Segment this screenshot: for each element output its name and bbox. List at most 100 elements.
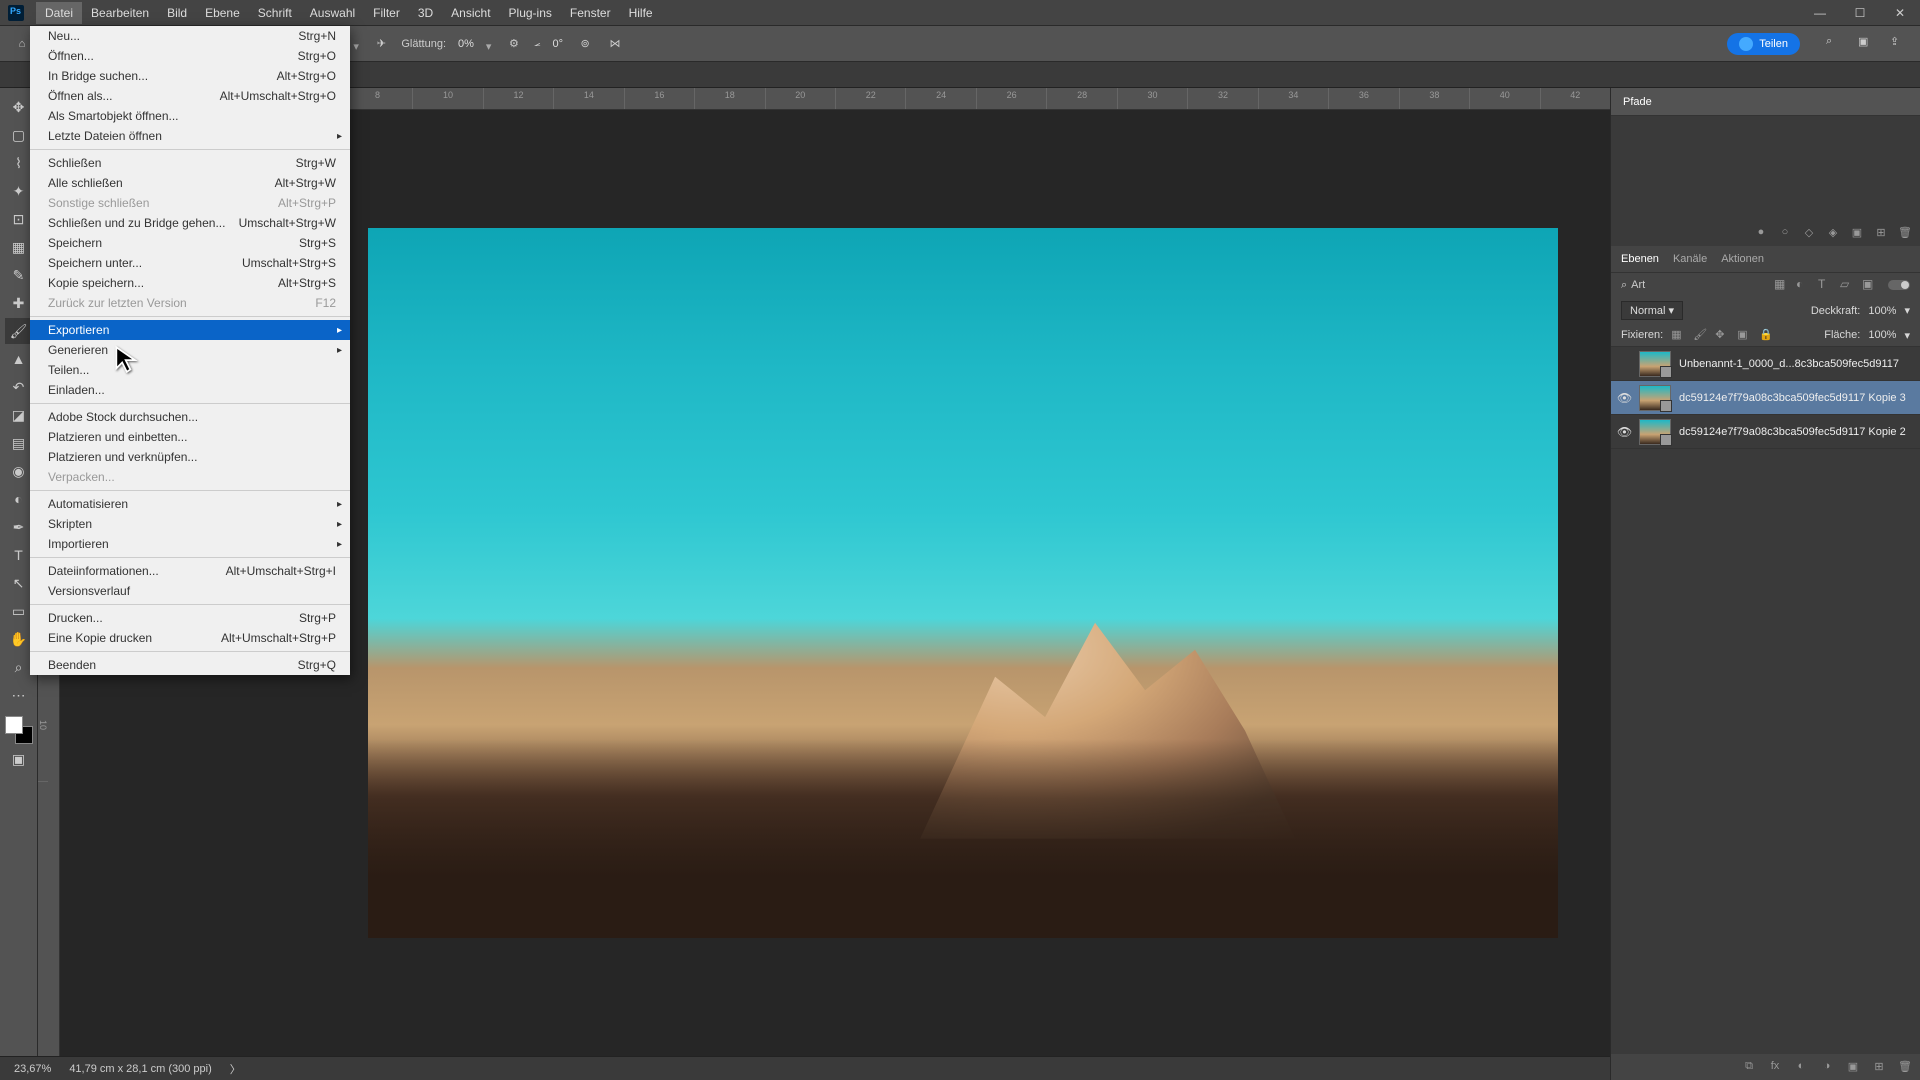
type-tool[interactable]: T — [5, 542, 33, 568]
menu-item[interactable]: Teilen... — [30, 360, 350, 380]
menu-item[interactable]: Platzieren und einbetten... — [30, 427, 350, 447]
brush-tool[interactable]: 🖌 — [5, 318, 33, 344]
pressure-size-icon[interactable]: ⊚ — [575, 34, 595, 54]
menu-item[interactable]: Kopie speichern...Alt+Strg+S — [30, 273, 350, 293]
group-icon[interactable]: ▣ — [1846, 1060, 1860, 1074]
menu-auswahl[interactable]: Auswahl — [301, 2, 364, 24]
filter-image-icon[interactable]: ▦ — [1774, 277, 1790, 293]
fx-icon[interactable]: fx — [1768, 1060, 1782, 1074]
layer-row[interactable]: Unbenannt-1_0000_d...8c3bca509fec5d9117 — [1611, 347, 1920, 381]
menu-schrift[interactable]: Schrift — [249, 2, 301, 24]
adjustment-icon[interactable]: ◑ — [1820, 1060, 1834, 1074]
menu-item[interactable]: Eine Kopie druckenAlt+Umschalt+Strg+P — [30, 628, 350, 648]
fill-value[interactable]: 100% — [1868, 329, 1896, 341]
wand-tool[interactable]: ✦ — [5, 178, 33, 204]
hand-tool[interactable]: ✋ — [5, 626, 33, 652]
zoom-level[interactable]: 23,67% — [14, 1063, 51, 1075]
lasso-tool[interactable]: ⌇ — [5, 150, 33, 176]
zoom-tool[interactable]: ⌕ — [5, 654, 33, 680]
move-tool[interactable]: ✥ — [5, 94, 33, 120]
chevron-right-icon[interactable]: 〉 — [230, 1061, 241, 1077]
symmetry-icon[interactable]: ⋈ — [605, 34, 625, 54]
chevron-down-icon[interactable]: ▾ — [1904, 304, 1910, 317]
blend-mode-select[interactable]: Normal ▾ — [1621, 301, 1683, 320]
pen-tool[interactable]: ✒ — [5, 514, 33, 540]
filter-toggle[interactable] — [1888, 280, 1910, 290]
filter-type-icon[interactable]: T — [1818, 277, 1834, 293]
menu-bild[interactable]: Bild — [158, 2, 196, 24]
delete-layer-icon[interactable]: 🗑 — [1898, 1060, 1912, 1074]
menu-item[interactable]: Alle schließenAlt+Strg+W — [30, 173, 350, 193]
selection-path-icon[interactable]: ◇ — [1802, 226, 1816, 240]
mask-icon[interactable]: ◐ — [1794, 1060, 1808, 1074]
heal-tool[interactable]: ✚ — [5, 290, 33, 316]
angle-value[interactable]: 0° — [551, 38, 566, 50]
lock-artboard-icon[interactable]: ▣ — [1737, 328, 1751, 342]
menu-item[interactable]: In Bridge suchen...Alt+Strg+O — [30, 66, 350, 86]
share-icon[interactable]: ⇪ — [1890, 35, 1908, 53]
menu-item[interactable]: SpeichernStrg+S — [30, 233, 350, 253]
menu-item[interactable]: Platzieren und verknüpfen... — [30, 447, 350, 467]
menu-item[interactable]: Als Smartobjekt öffnen... — [30, 106, 350, 126]
path-tool[interactable]: ↖ — [5, 570, 33, 596]
menu-fenster[interactable]: Fenster — [561, 2, 620, 24]
canvas-image[interactable] — [368, 228, 1558, 938]
menu-item[interactable]: Automatisieren — [30, 494, 350, 514]
fill-path-icon[interactable]: ● — [1754, 226, 1768, 240]
tab-layers[interactable]: Ebenen — [1621, 253, 1659, 265]
filter-adjust-icon[interactable]: ◐ — [1796, 277, 1812, 293]
tab-channels[interactable]: Kanäle — [1673, 253, 1707, 265]
menu-item[interactable]: Adobe Stock durchsuchen... — [30, 407, 350, 427]
menu-3d[interactable]: 3D — [409, 2, 442, 24]
color-swatches[interactable] — [5, 716, 33, 744]
lock-paint-icon[interactable]: 🖌 — [1693, 328, 1707, 342]
foreground-color[interactable] — [5, 716, 23, 734]
layer-thumbnail[interactable] — [1639, 351, 1671, 377]
home-icon[interactable]: ⌂ — [12, 34, 32, 54]
marquee-tool[interactable]: ▢ — [5, 122, 33, 148]
visibility-icon[interactable]: 👁 — [1617, 391, 1631, 405]
layer-name[interactable]: dc59124e7f79a08c3bca509fec5d9117 Kopie 3 — [1679, 392, 1914, 404]
menu-item[interactable]: Letzte Dateien öffnen — [30, 126, 350, 146]
layer-filter-kind[interactable]: ⌕ Art — [1621, 279, 1768, 292]
smoothing-value[interactable]: 0% — [456, 38, 476, 50]
menu-bearbeiten[interactable]: Bearbeiten — [82, 2, 158, 24]
chevron-down-icon[interactable]: ▾ — [353, 40, 361, 48]
link-layers-icon[interactable]: ⧉ — [1742, 1060, 1756, 1074]
eraser-tool[interactable]: ◪ — [5, 402, 33, 428]
menu-item[interactable]: Skripten — [30, 514, 350, 534]
layer-thumbnail[interactable] — [1639, 385, 1671, 411]
menu-item[interactable]: Öffnen...Strg+O — [30, 46, 350, 66]
menu-item[interactable]: BeendenStrg+Q — [30, 655, 350, 675]
minimize-button[interactable]: — — [1800, 0, 1840, 26]
delete-path-icon[interactable]: 🗑 — [1898, 226, 1912, 240]
opacity-value[interactable]: 100% — [1868, 305, 1896, 317]
layer-name[interactable]: dc59124e7f79a08c3bca509fec5d9117 Kopie 2 — [1679, 426, 1914, 438]
maximize-button[interactable]: ☐ — [1840, 0, 1880, 26]
airbrush-icon[interactable]: ✈ — [371, 34, 391, 54]
stamp-tool[interactable]: ▲ — [5, 346, 33, 372]
lock-position-icon[interactable]: ✥ — [1715, 328, 1729, 342]
tab-paths[interactable]: Pfade — [1623, 96, 1652, 108]
eyedropper-tool[interactable]: ✎ — [5, 262, 33, 288]
lock-all-icon[interactable]: 🔒 — [1759, 328, 1773, 342]
blur-tool[interactable]: ◉ — [5, 458, 33, 484]
visibility-icon[interactable]: 👁 — [1617, 425, 1631, 439]
menu-item[interactable]: Speichern unter...Umschalt+Strg+S — [30, 253, 350, 273]
screen-mode[interactable]: ▣ — [5, 746, 33, 772]
lock-transparency-icon[interactable]: ▦ — [1671, 328, 1685, 342]
history-brush-tool[interactable]: ↶ — [5, 374, 33, 400]
menu-datei[interactable]: Datei — [36, 2, 82, 24]
tab-actions[interactable]: Aktionen — [1721, 253, 1764, 265]
new-path-icon[interactable]: ▣ — [1850, 226, 1864, 240]
add-path-icon[interactable]: ⊞ — [1874, 226, 1888, 240]
share-button[interactable]: Teilen — [1727, 33, 1800, 55]
gradient-tool[interactable]: ▤ — [5, 430, 33, 456]
filter-shape-icon[interactable]: ▱ — [1840, 277, 1856, 293]
stroke-path-icon[interactable]: ○ — [1778, 226, 1792, 240]
layer-row[interactable]: 👁 dc59124e7f79a08c3bca509fec5d9117 Kopie … — [1611, 381, 1920, 415]
search-icon[interactable]: ⌕ — [1826, 35, 1844, 53]
dodge-tool[interactable]: ◐ — [5, 486, 33, 512]
menu-item[interactable]: Einladen... — [30, 380, 350, 400]
gear-icon[interactable]: ⚙ — [504, 34, 524, 54]
